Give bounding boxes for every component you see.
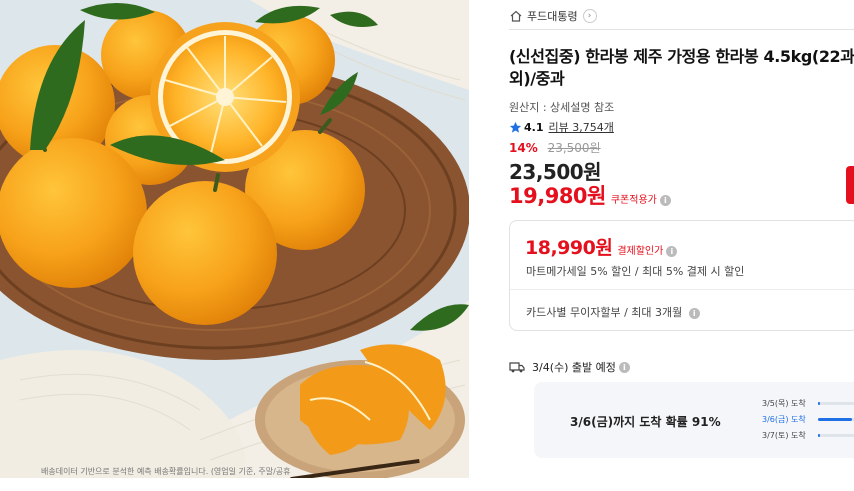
card-installment-text: 카드사별 무이자할부 / 최대 3개월	[526, 306, 683, 319]
delivery-bar	[818, 417, 854, 421]
delivery-probability-box: 3/6(금)까지 도착 확률 91% 3/5(목) 도착 3/6(금) 도착 3…	[534, 382, 854, 458]
review-count-link[interactable]: 리뷰 3,754개	[549, 119, 614, 135]
product-photo-illustration	[0, 0, 469, 478]
delivery-day-label: 3/7(토) 도착	[762, 430, 806, 440]
payment-discount-label: 결제할인가	[617, 246, 664, 257]
info-icon[interactable]: i	[688, 307, 700, 319]
delivery-distribution: 3/5(목) 도착 3/6(금) 도착 3/7(토) 도착	[762, 395, 854, 443]
product-title: (신선집중) 한라봉 제주 가정용 한라봉 4.5kg(22과 외)/중과	[509, 46, 854, 90]
store-link[interactable]: 푸드대통령 ›	[509, 7, 597, 25]
truck-icon	[509, 362, 525, 373]
home-icon	[510, 10, 522, 22]
product-title-line1: (신선집중) 한라봉 제주 가정용 한라봉 4.5kg(22과	[509, 47, 854, 66]
rating-row: 4.1 리뷰 3,754개	[509, 119, 614, 135]
discount-rate: 14%	[509, 141, 538, 155]
original-price: 23,500원	[547, 141, 601, 155]
divider	[509, 29, 854, 30]
product-image[interactable]	[0, 0, 469, 478]
shipping-row: 3/4(수) 출발 예정 i	[509, 359, 630, 375]
benefit-box: 18,990원 결제할인가 i 마트메가세일 5% 할인 / 최대 5% 결제 …	[509, 220, 854, 331]
coupon-price: 19,980원	[509, 184, 606, 208]
delivery-bar-fill	[818, 433, 821, 437]
product-info-panel: 푸드대통령 › (신선집중) 한라봉 제주 가정용 한라봉 4.5kg(22과 …	[509, 0, 854, 491]
discount-row: 14% 23,500원	[509, 139, 601, 156]
coupon-label: 쿠폰적용가	[610, 195, 657, 206]
delivery-distribution-row: 3/6(금) 도착	[762, 411, 854, 427]
payment-discount-price: 18,990원	[525, 237, 613, 259]
delivery-note: 배송데이터 기반으로 분석한 예측 배송확률입니다. (영업일 기준, 주말/공…	[41, 467, 291, 476]
delivery-bar-fill	[818, 401, 820, 405]
payment-discount-detail: 마트메가세일 5% 할인 / 최대 5% 결제 시 할인	[526, 265, 745, 278]
delivery-bar	[818, 401, 854, 405]
coupon-download-button[interactable]	[846, 166, 854, 204]
delivery-probability-text: 3/6(금)까지 도착 확률 91%	[570, 415, 721, 429]
delivery-bar	[818, 433, 854, 437]
card-installment-row[interactable]: 카드사별 무이자할부 / 최대 3개월 i	[526, 304, 700, 320]
store-name[interactable]: 푸드대통령	[527, 8, 578, 24]
chevron-right-icon[interactable]: ›	[582, 9, 597, 23]
origin-info: 원산지 : 상세설명 참조	[509, 101, 615, 114]
payment-discount-row: 18,990원 결제할인가 i	[525, 233, 678, 260]
delivery-bar-fill	[818, 417, 853, 421]
star-icon	[509, 121, 522, 133]
product-title-line2: 외)/중과	[509, 69, 565, 88]
info-icon[interactable]: i	[618, 361, 630, 373]
info-icon[interactable]: i	[666, 246, 678, 257]
info-icon[interactable]: i	[659, 195, 671, 206]
rating-value: 4.1	[524, 120, 544, 134]
coupon-price-row: 19,980원 쿠폰적용가 i	[509, 180, 671, 210]
delivery-day-label: 3/5(목) 도착	[762, 398, 806, 408]
delivery-distribution-row: 3/5(목) 도착	[762, 395, 854, 411]
divider	[510, 289, 854, 290]
departure-text: 3/4(수) 출발 예정	[532, 361, 616, 374]
delivery-distribution-row: 3/7(토) 도착	[762, 427, 854, 443]
delivery-day-label: 3/6(금) 도착	[762, 414, 806, 424]
